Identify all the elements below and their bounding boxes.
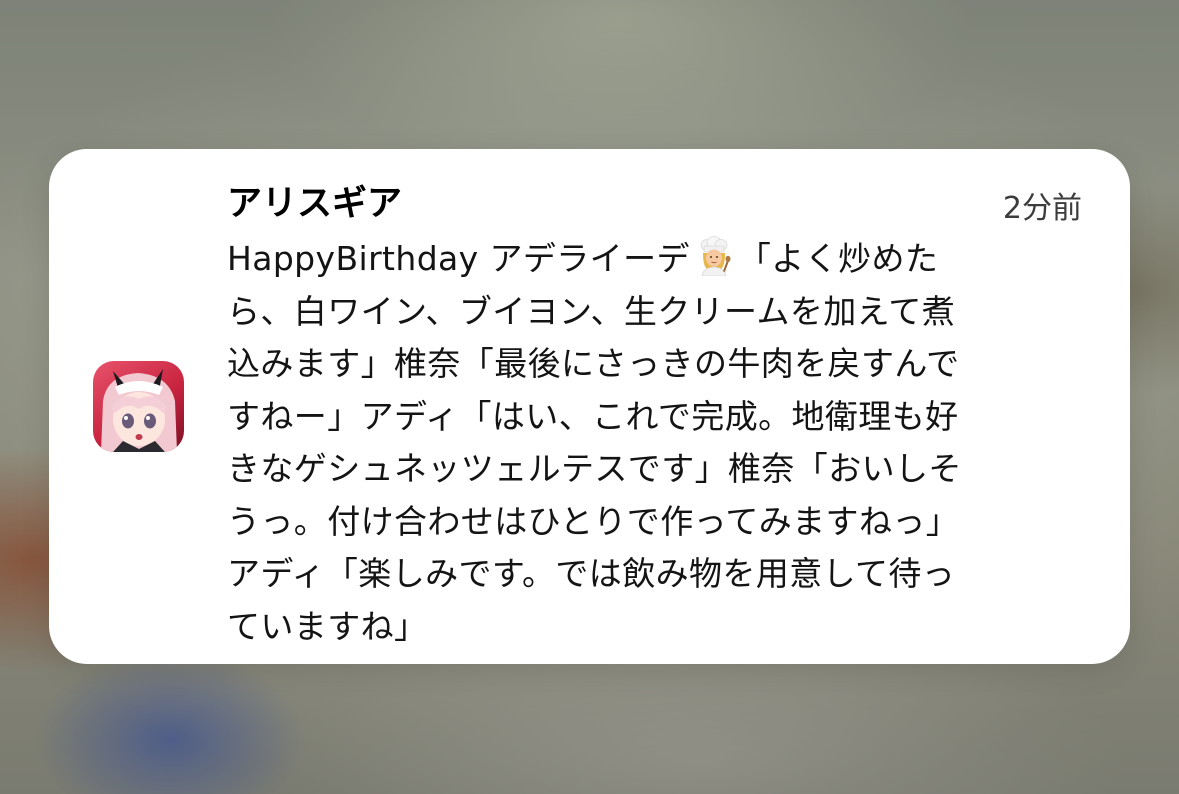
message-line: ら、白ワイン、ブイヨン、生クリームを加えて煮	[227, 291, 956, 331]
message-line: 込みます」椎奈「最後にさっきの牛肉を戻すんで	[227, 344, 960, 383]
message-line: HappyBirthday アデライーデ 「よく炒めた	[227, 233, 1089, 286]
message-line: アディ「楽しみです。では飲み物を用意して待っ	[227, 554, 956, 593]
message-text: HappyBirthday アデライーデ	[227, 239, 690, 278]
timestamp: 2分前	[1002, 191, 1082, 226]
app-name: アリスギア	[227, 184, 403, 224]
notification-card[interactable]: アリスギア 2分前 HappyBirthday アデライーデ 「よく炒めた ら、…	[49, 149, 1130, 664]
app-icon	[93, 361, 184, 452]
cook-emoji-icon	[694, 236, 734, 277]
message-line: すねー」アディ「はい、これで完成。地衛理も好	[227, 396, 959, 436]
message-line: ていますね」	[227, 606, 428, 646]
message-line: うっ。付け合わせはひとりで作ってみますねっ」	[227, 501, 960, 541]
message-text: 「よく炒めた	[737, 239, 939, 278]
message-line: きなゲシュネッツェルテスです」椎奈「おいしそ	[227, 449, 962, 488]
notification-message: HappyBirthday アデライーデ 「よく炒めた ら、白ワイン、ブイヨン、…	[227, 233, 1089, 653]
